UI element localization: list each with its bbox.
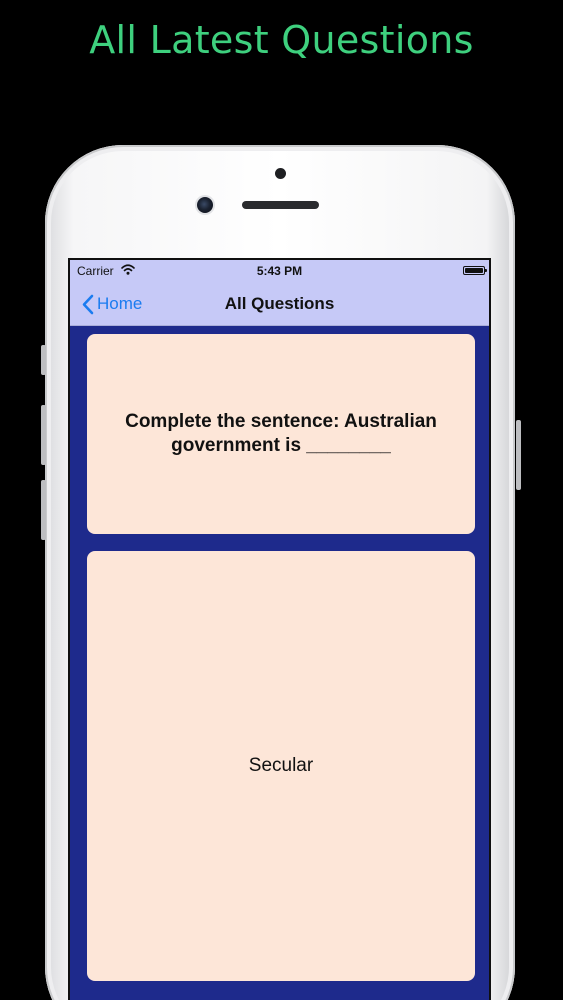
- question-card[interactable]: Complete the sentence: Australian govern…: [87, 334, 475, 534]
- question-text: Complete the sentence: Australian govern…: [125, 411, 437, 456]
- volume-up-button: [41, 405, 46, 465]
- battery-icon: [463, 266, 487, 275]
- answer-text: Secular: [248, 755, 314, 776]
- app-screen: Carrier 5:43 PM Home All Questions Compl…: [70, 260, 489, 1000]
- volume-down-button: [41, 480, 46, 540]
- status-bar: Carrier 5:43 PM: [70, 260, 489, 282]
- proximity-sensor: [275, 168, 286, 179]
- nav-title: All Questions: [224, 294, 335, 313]
- navigation-bar: Home All Questions: [70, 282, 489, 326]
- status-time: 5:43 PM: [256, 264, 303, 278]
- answer-card[interactable]: Secular: [87, 551, 475, 981]
- power-button: [516, 420, 521, 490]
- earpiece-speaker: [242, 201, 319, 209]
- promo-screenshot: All Latest Questions Carrier 5:43 PM Hom…: [0, 0, 563, 1000]
- mute-switch: [41, 345, 46, 375]
- front-camera: [197, 197, 213, 213]
- promo-title: All Latest Questions: [89, 18, 474, 62]
